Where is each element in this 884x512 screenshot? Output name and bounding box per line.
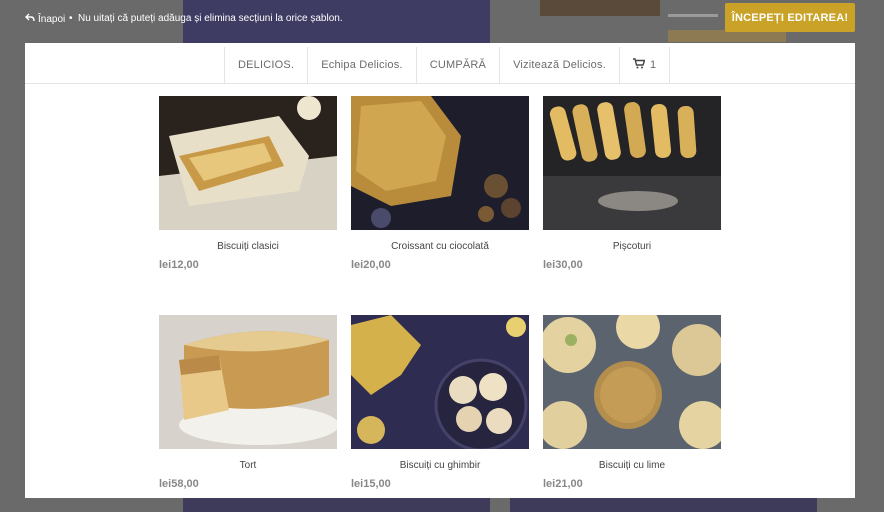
background-footer-image-right (510, 498, 817, 512)
product-price: lei20,00 (351, 259, 391, 271)
product-price: lei58,00 (159, 478, 199, 490)
product-card[interactable]: Biscuiți cu lime lei21,00 (543, 315, 721, 490)
product-name: Biscuiți cu lime (598, 460, 666, 471)
back-arrow-icon (25, 13, 35, 25)
product-image-biscuiti-clasici[interactable] (159, 96, 337, 230)
product-card[interactable]: Tort lei58,00 (159, 315, 337, 490)
editor-notice: Nu uitați că puteți adăuga și elimina se… (78, 13, 343, 24)
product-price: lei30,00 (543, 259, 583, 271)
nav-item-viziteaza[interactable]: Vizitează Delicios. (499, 47, 619, 83)
back-label: Înapoi (38, 13, 66, 25)
product-name: Biscuiți clasici (217, 241, 279, 252)
product-card[interactable]: Croissant cu ciocolată lei20,00 (351, 96, 529, 271)
back-link[interactable]: Înapoi (25, 13, 65, 25)
cart-count: 1 (649, 59, 657, 71)
product-image-croissant[interactable] (351, 96, 529, 230)
product-name: Tort (239, 460, 257, 471)
product-card[interactable]: Biscuiți clasici lei12,00 (159, 96, 337, 271)
nav-item-cart[interactable]: 1 (618, 47, 671, 83)
template-preview: DELICIOS. Echipa Delicios. CUMPĂRĂ Vizit… (25, 43, 855, 498)
nav-item-echipa[interactable]: Echipa Delicios. (307, 47, 415, 83)
nav-item-cumpara[interactable]: CUMPĂRĂ (415, 47, 499, 83)
separator-dot: • (69, 13, 73, 24)
product-card[interactable]: Pișcoturi lei30,00 (543, 96, 721, 271)
editor-top-bar: Înapoi • Nu uitați că puteți adăuga și e… (0, 0, 884, 38)
product-name: Biscuiți cu ghimbir (399, 460, 481, 471)
product-price: lei12,00 (159, 259, 199, 271)
product-price: lei21,00 (543, 478, 583, 490)
product-card[interactable]: Biscuiți cu ghimbir lei15,00 (351, 315, 529, 490)
product-image-ghimbir[interactable] (351, 315, 529, 449)
product-image-piscoturi[interactable] (543, 96, 721, 230)
product-name: Croissant cu ciocolată (391, 241, 489, 252)
background-footer-image (183, 498, 490, 512)
nav-item-delicios[interactable]: DELICIOS. (224, 47, 307, 83)
product-image-tort[interactable] (159, 315, 337, 449)
product-image-lime[interactable] (543, 315, 721, 449)
start-editing-button[interactable]: ÎNCEPEȚI EDITAREA! (725, 3, 855, 32)
product-name: Pișcoturi (612, 241, 652, 252)
cart-icon (632, 58, 646, 72)
site-navigation: DELICIOS. Echipa Delicios. CUMPĂRĂ Vizit… (25, 43, 855, 84)
product-price: lei15,00 (351, 478, 391, 490)
